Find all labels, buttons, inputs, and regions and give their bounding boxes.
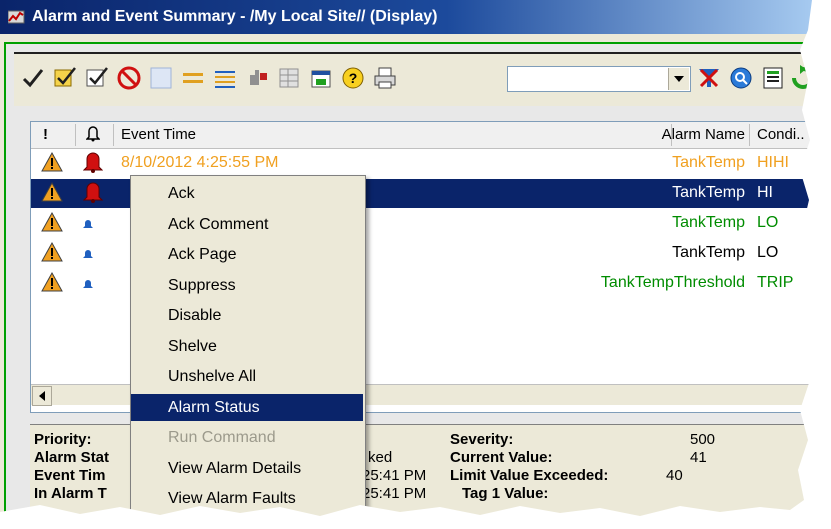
- alarm-bell-icon: [83, 217, 93, 235]
- warning-triangle-icon: [41, 241, 63, 267]
- help-icon[interactable]: ?: [340, 64, 366, 92]
- warning-triangle-icon: [41, 151, 63, 177]
- column-alarm-name-header[interactable]: Alarm Name: [641, 126, 745, 143]
- details-pane-icon[interactable]: [760, 64, 786, 92]
- warning-triangle-icon: [41, 211, 63, 237]
- toolbar: ?: [14, 54, 812, 106]
- table-row[interactable]: 8/10/2012 4:25:55 PM TankTemp HIHI: [31, 149, 812, 178]
- severity-value: 500: [690, 431, 716, 448]
- title-bar[interactable]: Alarm and Event Summary - /My Local Site…: [0, 0, 812, 34]
- in-alarm-time-label: In Alarm T: [34, 485, 107, 502]
- bell-column-icon[interactable]: [85, 124, 101, 146]
- menu-item-ack[interactable]: Ack: [131, 180, 363, 207]
- event-time-cell: 8/10/2012 4:25:55 PM: [121, 154, 279, 171]
- alarm-name-cell: TankTemp: [672, 214, 745, 231]
- alarm-bell-icon: [83, 247, 93, 265]
- alarm-bell-icon: [82, 181, 104, 208]
- menu-item-shelve[interactable]: Shelve: [131, 333, 363, 360]
- alarm-name-cell: TankTemp: [672, 244, 745, 261]
- menu-item-alarm-status[interactable]: Alarm Status: [131, 393, 363, 421]
- event-time-label: Event Tim: [34, 467, 106, 484]
- condition-cell: HIHI: [757, 154, 789, 171]
- condition-cell: LO: [757, 244, 779, 261]
- menu-item-ack-comment[interactable]: Ack Comment: [131, 211, 363, 238]
- clear-filter-icon[interactable]: [696, 64, 722, 92]
- condition-cell: TRIP: [757, 274, 794, 291]
- condition-cell: LO: [757, 214, 779, 231]
- filter-combo[interactable]: [507, 66, 691, 92]
- menu-item-unshelve-all[interactable]: Unshelve All: [131, 363, 363, 390]
- svg-text:?: ?: [349, 70, 358, 86]
- configure-alarm-icon[interactable]: [244, 64, 270, 92]
- window-title: Alarm and Event Summary - /My Local Site…: [32, 8, 438, 25]
- current-value-label: Current Value:: [450, 449, 553, 466]
- event-time-value: 25:41 PM: [362, 467, 427, 484]
- priority-label: Priority:: [34, 431, 92, 448]
- print-icon[interactable]: [372, 64, 398, 92]
- menu-item-ack-page[interactable]: Ack Page: [131, 241, 363, 268]
- search-icon[interactable]: [728, 64, 754, 92]
- current-value: 41: [690, 449, 707, 466]
- context-menu: Ack Ack Comment Ack Page Suppress Disable She…: [130, 175, 366, 529]
- column-event-time-header[interactable]: Event Time: [121, 126, 196, 143]
- warning-triangle-icon: [41, 271, 63, 297]
- ack-visible-icon[interactable]: [52, 64, 78, 92]
- limit-value: 40: [666, 467, 683, 484]
- alarm-bell-icon: [82, 151, 104, 178]
- menu-item-suppress[interactable]: Suppress: [131, 272, 363, 299]
- severity-label: Severity:: [450, 431, 514, 448]
- column-condition-header[interactable]: Condi..: [757, 126, 805, 143]
- menu-item-view-alarm-details[interactable]: View Alarm Details: [131, 455, 363, 482]
- grid-header: ! Event Time Alarm Name Condi..: [31, 122, 812, 149]
- alarm-name-cell: TankTemp: [672, 154, 745, 171]
- chevron-down-icon[interactable]: [668, 68, 689, 90]
- alarm-bell-icon: [83, 277, 93, 295]
- alarm-name-cell: TankTempThreshold: [600, 274, 745, 291]
- table-grid-icon[interactable]: [276, 64, 302, 92]
- tag1-value-label: Tag 1 Value:: [462, 485, 549, 502]
- warning-triangle-icon: [41, 181, 63, 207]
- ack-selected-icon[interactable]: [84, 64, 110, 92]
- menu-item-view-alarm-faults[interactable]: View Alarm Faults: [131, 485, 363, 512]
- refresh-icon[interactable]: [790, 64, 812, 92]
- blank-icon[interactable]: [148, 64, 174, 92]
- in-alarm-time-value: 25:41 PM: [362, 485, 427, 502]
- app-icon: [8, 10, 25, 24]
- properties-icon[interactable]: [308, 64, 334, 92]
- condition-cell: HI: [757, 184, 773, 201]
- suppress-prohibit-icon[interactable]: [116, 64, 142, 92]
- scroll-left-icon[interactable]: [32, 386, 52, 406]
- sort-lines-icon[interactable]: [212, 64, 238, 92]
- alarm-state-label: Alarm Stat: [34, 449, 110, 466]
- ack-all-checkmark-icon[interactable]: [20, 64, 46, 92]
- menu-item-run-command: Run Command: [168, 429, 276, 446]
- equal-lines-icon[interactable]: [180, 64, 206, 92]
- alarm-state-value: ked: [368, 449, 393, 466]
- column-priority-header[interactable]: !: [43, 126, 48, 143]
- menu-item-disable[interactable]: Disable: [131, 302, 363, 329]
- alarm-summary-window: Alarm and Event Summary - /My Local Site…: [0, 0, 812, 529]
- alarm-name-cell: TankTemp: [672, 184, 745, 201]
- limit-value-label: Limit Value Exceeded:: [450, 467, 609, 484]
